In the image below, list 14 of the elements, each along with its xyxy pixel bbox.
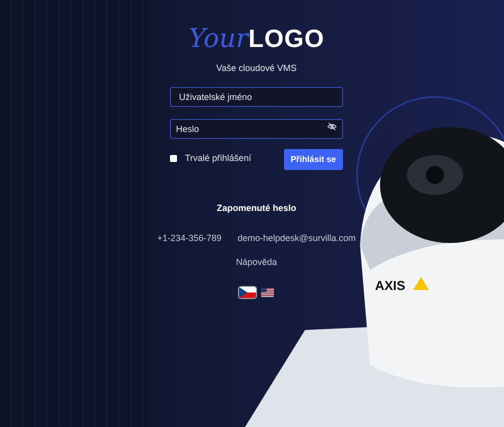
help-link[interactable]: Nápověda xyxy=(236,256,278,269)
email-link[interactable]: demo-helpdesk@survilla.com xyxy=(238,232,356,246)
forgot-password-link[interactable]: Zapomenuté heslo xyxy=(216,202,296,215)
remember-label: Trvalé přihlášení xyxy=(185,152,252,165)
remember-checkbox[interactable] xyxy=(170,154,177,162)
language-flag[interactable] xyxy=(261,288,274,297)
language-flag[interactable] xyxy=(239,287,256,298)
phone-number: +1-234-356-789 xyxy=(157,232,222,245)
login-button[interactable]: Přihlásit se xyxy=(284,148,343,170)
username-field[interactable]: Uživatelské jméno xyxy=(170,86,343,106)
password-field[interactable]: Heslo xyxy=(170,118,343,138)
logo: YourLOGO xyxy=(188,26,324,52)
eye-slash-icon[interactable] xyxy=(327,122,337,130)
subtitle: Vaše cloudové VMS xyxy=(216,62,297,75)
